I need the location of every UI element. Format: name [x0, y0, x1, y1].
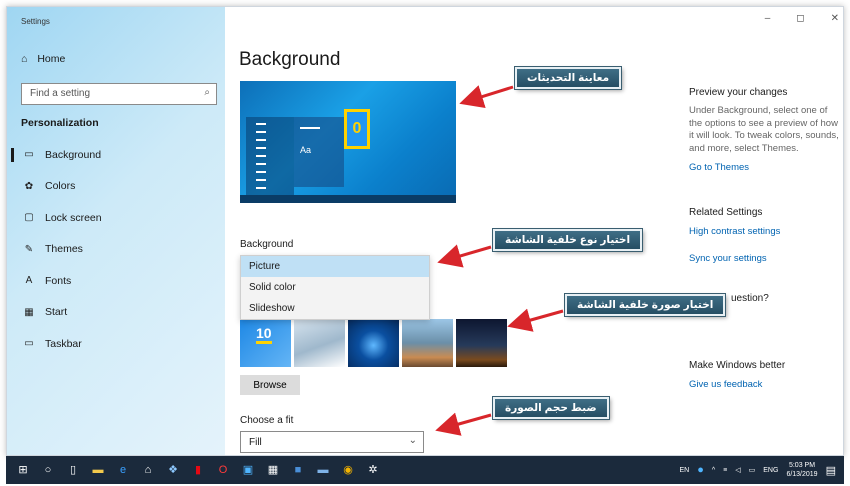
dropbox-icon[interactable]: ❖ — [166, 463, 180, 477]
arrow-fit — [435, 412, 492, 436]
callout-background-type: اختيار نوع خلفية الشاشة — [493, 229, 643, 251]
chevron-up-icon[interactable]: ^ — [712, 467, 715, 474]
store-icon[interactable]: ⌂ — [141, 463, 155, 477]
clock[interactable]: 5:03 PM 6/13/2019 — [786, 461, 817, 479]
volume-icon[interactable]: ◁ — [735, 466, 740, 474]
photos-icon[interactable]: ▦ — [266, 463, 280, 477]
photoshop-icon[interactable]: ▣ — [241, 463, 255, 477]
callout-background-image: اختيار صورة خلفية الشاشة — [565, 294, 726, 316]
arrow-bg-type — [437, 244, 492, 268]
cortana-icon[interactable]: ○ — [41, 463, 55, 477]
opera-icon[interactable]: O — [216, 463, 230, 477]
callout-preview: معاينة التحديثات — [515, 67, 622, 89]
start-button-icon[interactable]: ⊞ — [16, 463, 30, 477]
language-short: EN — [679, 466, 690, 474]
edge-icon[interactable]: e — [116, 463, 130, 477]
chrome-icon[interactable]: ◉ — [341, 463, 355, 477]
user-avatar-icon[interactable]: ● — [697, 464, 704, 476]
netflix-icon[interactable]: ▮ — [191, 463, 205, 477]
clock-time: 5:03 PM — [788, 462, 816, 469]
taskbar: ⊞ ○ ▯ ▬ e ⌂ ❖ ▮ O ▣ ▦ ■ ▬ ◉ ✲ EN ● ^ ≡ ◁… — [6, 456, 844, 484]
arrow-bg-image — [507, 308, 564, 332]
callout-fit: ضبط حجم الصورة — [493, 397, 609, 419]
task-view-icon[interactable]: ▯ — [66, 463, 80, 477]
system-tray: EN ● ^ ≡ ◁ ▭ ENG 5:03 PM 6/13/2019 ▤ — [679, 456, 836, 484]
notifications-icon[interactable]: ▤ — [826, 464, 836, 477]
network-icon[interactable]: ≡ — [723, 467, 727, 474]
battery-icon[interactable]: ▭ — [749, 466, 756, 474]
annotation-arrows — [435, 85, 564, 436]
app-icon-blue[interactable]: ■ — [291, 463, 305, 477]
language-indicator[interactable]: ENG — [763, 467, 778, 474]
arrow-preview — [459, 85, 514, 109]
settings-gear-icon[interactable]: ✲ — [366, 463, 380, 477]
settings-window: Settings ⌂ Home Find a setting ⌕ Persona… — [6, 6, 844, 456]
clock-date: 6/13/2019 — [786, 471, 818, 478]
app-icon-monitor[interactable]: ▬ — [316, 463, 330, 477]
file-explorer-icon[interactable]: ▬ — [91, 463, 105, 477]
